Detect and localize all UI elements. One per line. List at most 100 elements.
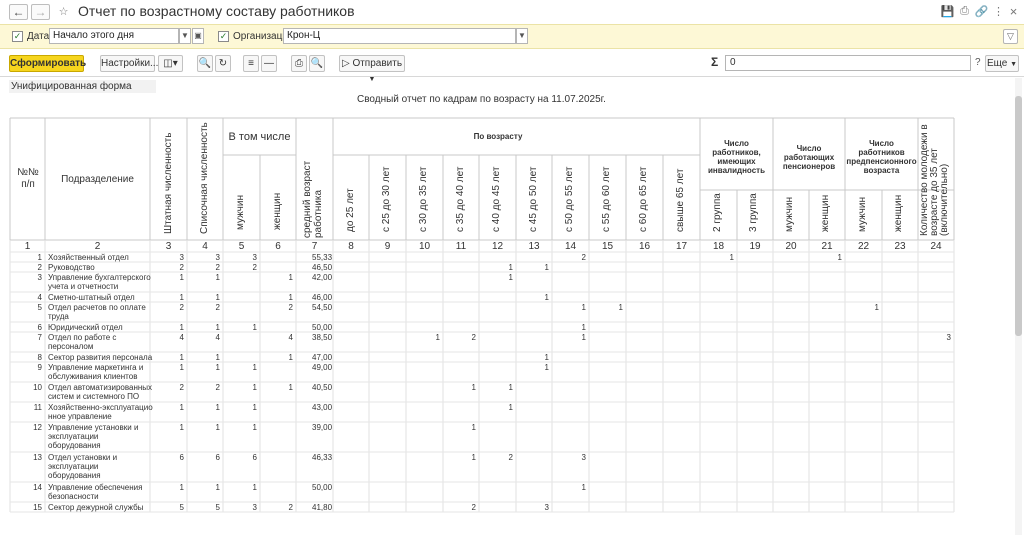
table-cell: 1 [215, 403, 220, 412]
table-cell: 1 [179, 293, 184, 302]
table-cell: 3 [581, 453, 586, 462]
department-name: Управление обеспечения [48, 483, 143, 492]
row-number: 9 [37, 363, 42, 372]
table-cell: 2 [215, 263, 220, 272]
avg-age-header: средний возраст работника [302, 160, 324, 238]
table-cell: 50,00 [312, 483, 333, 492]
table-cell: 1 [288, 273, 293, 282]
table-cell: 1 [252, 483, 257, 492]
table-cell: 49,00 [312, 363, 333, 372]
table-cell: 4 [215, 333, 220, 342]
department-name: учета и отчетности [48, 282, 119, 291]
table-cell: 38,50 [312, 333, 333, 342]
age-group-header-8: с 55 до 60 лет [601, 166, 612, 232]
column-number: 19 [749, 241, 761, 252]
table-cell: 1 [252, 403, 257, 412]
table-cell: 1 [471, 453, 476, 462]
table-cell: 3 [252, 503, 257, 512]
list-count-header: Списочная численность [199, 122, 210, 234]
table-cell: 3 [544, 503, 549, 512]
table-cell: 1 [215, 273, 220, 282]
table-cell: 1 [215, 363, 220, 372]
age-group-header-4: с 35 до 40 лет [455, 166, 466, 232]
table-cell: 1 [252, 323, 257, 332]
table-cell: 2 [179, 263, 184, 272]
group3-header: 3 группа [748, 193, 759, 232]
department-name: оборудования [48, 471, 101, 480]
table-cell: 1 [544, 363, 549, 372]
table-cell: 2 [215, 303, 220, 312]
table-cell: 40,50 [312, 383, 333, 392]
table-cell: 41,80 [312, 503, 333, 512]
prepension-header: Число работников предпенсионного возраст… [846, 139, 917, 175]
table-cell: 1 [581, 483, 586, 492]
department-name: безопасности [48, 492, 99, 501]
row-number: 5 [37, 303, 42, 312]
department-name: Отдел расчетов по оплате [48, 303, 146, 312]
column-number: 22 [857, 241, 870, 252]
department-name: Отдел по работе с [48, 333, 117, 342]
row-number: 2 [37, 263, 42, 272]
table-cell: 6 [252, 453, 257, 462]
including-header: В том числе [228, 131, 291, 143]
column-number: 8 [348, 241, 354, 252]
table-cell: 1 [837, 253, 842, 262]
table-cell: 1 [215, 423, 220, 432]
by-age-header: По возрасту [473, 132, 523, 141]
table-cell: 3 [179, 253, 184, 262]
table-cell: 46,33 [312, 453, 333, 462]
department-name: эксплуатации [48, 432, 99, 441]
department-name: Отдел установки и [48, 453, 118, 462]
age-group-header-7: с 50 до 55 лет [564, 166, 575, 232]
row-number: 3 [37, 273, 42, 282]
table-cell: 3 [215, 253, 220, 262]
table-cell: 39,00 [312, 423, 333, 432]
row-number: 7 [37, 333, 42, 342]
women-header: женщин [272, 192, 283, 230]
table-cell: 46,50 [312, 263, 333, 272]
department-name: эксплуатации [48, 462, 99, 471]
table-cell: 1 [179, 423, 184, 432]
row-number: 12 [33, 423, 42, 432]
age-group-header-3: с 30 до 35 лет [418, 166, 429, 232]
table-cell: 2 [581, 253, 586, 262]
column-number: 24 [930, 241, 942, 252]
disabled-header: Число работников, имеющих инвалидность [708, 139, 765, 175]
table-cell: 3 [946, 333, 951, 342]
row-number-header: №№ п/п [17, 167, 39, 190]
column-number: 20 [785, 241, 797, 252]
age-group-header-9: с 60 до 65 лет [638, 166, 649, 232]
department-name: Управление маркетинга и [48, 363, 144, 372]
column-number: 23 [894, 241, 906, 252]
men-header: мужчин [235, 195, 246, 230]
column-number: 7 [311, 241, 318, 252]
staff-count-header: Штатная численность [163, 132, 174, 234]
column-number: 18 [712, 241, 725, 252]
table-cell: 2 [288, 503, 293, 512]
pensioners-header: Число работающих пенсионеров [782, 144, 836, 171]
table-cell: 42,00 [312, 273, 333, 282]
table-cell: 1 [215, 483, 220, 492]
table-cell: 1 [215, 323, 220, 332]
table-cell: 2 [471, 503, 476, 512]
prepension-women-header: женщин [893, 194, 904, 232]
department-name: обслуживания клиентов [48, 372, 138, 381]
group2-header: 2 группа [712, 193, 723, 232]
table-cell: 1 [252, 423, 257, 432]
row-number: 8 [37, 353, 42, 362]
column-number: 6 [275, 241, 281, 252]
age-group-header-2: с 25 до 30 лет [381, 166, 392, 232]
young-count-header: Количество молодежи в возрасте до 35 лет… [919, 124, 950, 236]
table-cell: 1 [508, 273, 513, 282]
table-cell: 1 [581, 323, 586, 332]
row-number: 13 [33, 453, 42, 462]
row-number: 15 [33, 503, 42, 512]
column-number: 17 [675, 241, 688, 252]
table-cell: 55,33 [312, 253, 333, 262]
table-cell: 1 [179, 353, 184, 362]
department-name: Хозяйственный отдел [48, 253, 129, 262]
table-cell: 2 [179, 303, 184, 312]
table-cell: 1 [508, 383, 513, 392]
column-number: 1 [24, 241, 31, 252]
row-number: 6 [37, 323, 42, 332]
